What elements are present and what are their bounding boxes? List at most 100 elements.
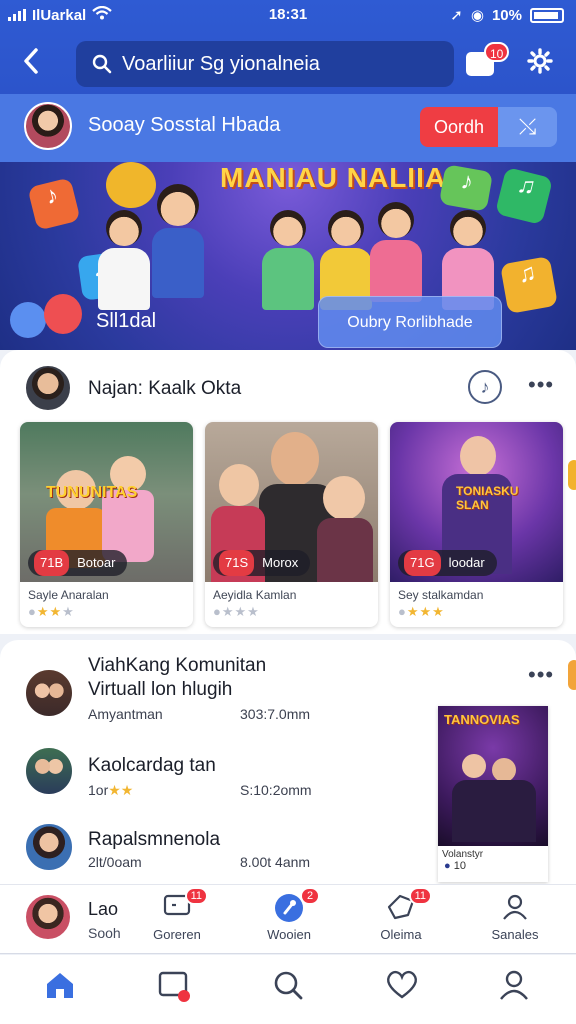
balloon-decoration [44, 294, 82, 334]
tab-favorites[interactable] [382, 969, 422, 1009]
list-item[interactable]: ViahKang Komunitan Virtuall lon hlugih A… [24, 654, 434, 722]
video-thumbnail: TONIASKU SLAN 71G loodar [390, 422, 563, 582]
avatar[interactable] [24, 893, 72, 941]
more-options-button[interactable]: ••• [528, 372, 554, 398]
music-note-icon: ♪ [27, 177, 81, 231]
balloon-decoration [10, 302, 46, 338]
shortcut-item[interactable]: 11 Goreren [132, 887, 222, 942]
tab-search[interactable] [268, 969, 308, 1009]
child-figure [150, 184, 206, 298]
search-text: Voarliiur Sg yionalneia [122, 52, 320, 75]
tab-messages[interactable] [154, 969, 194, 1009]
messages-icon [158, 971, 190, 1002]
scroll-peek [568, 660, 576, 690]
shortcut-label: Wooien [267, 927, 311, 942]
profile-name: Sooay Sosstal Hbada [88, 114, 281, 136]
list-item-title: ViahKang Komunitan [88, 655, 267, 676]
gear-icon [527, 48, 553, 74]
profile-bar: Sooay Sosstal Hbada Oordh ⤯ [0, 94, 576, 162]
music-note-icon: ♫ [500, 256, 558, 314]
thumbnail-text: TUNUNITAS [46, 484, 138, 501]
balloon-decoration [106, 162, 156, 208]
back-button[interactable] [20, 46, 50, 80]
tab-profile[interactable] [494, 969, 534, 1009]
list-item-time: S:10:2omm [240, 782, 312, 798]
music-button[interactable]: ♪ [468, 370, 502, 404]
avatar[interactable] [24, 102, 72, 150]
list-item-subtitle-line: Virtuall lon hlugih [88, 679, 233, 700]
shortcut-item[interactable]: Sanales [470, 893, 560, 942]
messages-button[interactable]: 10 [466, 42, 510, 78]
shortcut-item[interactable]: 2 Wooien [244, 887, 334, 942]
child-figure [260, 210, 316, 310]
poster-caption: Volanstyr [442, 849, 484, 860]
poster-meta: ● 10 [438, 860, 548, 872]
shortcut-user-sub: Sooh [88, 925, 121, 941]
shortcut-label: Sanales [491, 927, 539, 942]
shortcut-bar: Lao Sooh 11 Goreren 2 Wooien 11 Oleima S… [0, 884, 576, 954]
video-badge-number: 71S [219, 550, 255, 576]
shortcut-label: Oleima [380, 927, 422, 942]
thumbnail-text: TONIASKU SLAN [456, 484, 519, 512]
location-icon: ➚ [450, 7, 463, 24]
person-icon [500, 893, 530, 923]
heart-icon [387, 970, 417, 999]
video-badge: 71G loodar [398, 550, 497, 576]
more-options-button[interactable]: ••• [528, 662, 554, 688]
list-item-meta-text: 1or [88, 782, 109, 798]
video-badge-number: 71B [34, 550, 70, 576]
profile-actions: Oordh ⤯ [420, 107, 557, 147]
feed-card: Najan: Kaalk Okta ♪ ••• TUNUNITAS 71B Bot… [0, 350, 576, 634]
music-note-icon: ♪ [438, 164, 494, 212]
profile-icon [500, 970, 528, 1000]
child-figure [440, 210, 496, 310]
share-button[interactable]: ⤯ [498, 107, 557, 147]
avatar [24, 746, 74, 796]
list-item-meta: 1or★★ [88, 782, 133, 799]
list-item-title: Rapalsmnenola [88, 829, 221, 850]
music-note-icon: ♫ [494, 166, 554, 226]
event-poster[interactable]: TANNOVIAS Volanstyr ● 10 [438, 706, 548, 882]
scroll-peek [568, 460, 576, 490]
banner-label: Sll1dal [96, 310, 157, 332]
poster-value: 10 [453, 860, 466, 872]
list-item[interactable]: Kaolcardag tan 1or★★ S:10:2omm [24, 746, 434, 808]
video-tile[interactable]: TONIASKU SLAN 71G loodar Sey stalkamdan ●… [390, 422, 563, 627]
status-bar: IlUarkal 18:31 ➚ ◉ 10% [0, 0, 576, 30]
video-thumbnail: 71S Morox [205, 422, 378, 582]
alarm-icon: ◉ [470, 7, 484, 24]
mic-icon: 2 [274, 887, 320, 923]
video-badge: 71B Botoar [28, 550, 128, 576]
video-badge-number: 71G [404, 550, 441, 576]
rating-stars: ●★★★ [398, 604, 445, 619]
avatar [24, 822, 74, 872]
list-item[interactable]: Rapalsmnenola 2lt/0oam 8.00t 4anm [24, 822, 434, 884]
share-icon: ⤯ [518, 114, 537, 139]
search-icon [274, 971, 303, 1000]
video-tile[interactable]: 71S Morox Aeyidla Kamlan ●★★★ [205, 422, 378, 627]
rating-stars: ●★★★ [213, 604, 260, 619]
avatar [24, 668, 74, 718]
child-figure [368, 202, 424, 302]
hero-banner[interactable]: MANIAU NALIIAN ♪ ♫ ♪ ♫ ♫ Sll1dal Oubry R… [0, 162, 576, 350]
search-input[interactable]: Voarliiur Sg yionalneia [76, 41, 454, 87]
chat-icon: 11 [162, 887, 208, 923]
music-note-icon: ♪ [480, 377, 490, 397]
banner-cta-button[interactable]: Oubry Rorlibhade [318, 296, 502, 348]
settings-button[interactable] [524, 48, 556, 80]
primary-action-button[interactable]: Oordh [420, 107, 498, 147]
top-header: IlUarkal 18:31 ➚ ◉ 10% Voarliiur Sg yion… [0, 0, 576, 162]
video-caption: Sey stalkamdan [398, 588, 484, 602]
messages-badge: 10 [484, 42, 510, 62]
tag-icon: 11 [386, 887, 432, 923]
shortcut-item[interactable]: 11 Oleima [356, 887, 446, 942]
list-item-meta: Amyantman [88, 706, 163, 722]
shortcut-badge: 11 [408, 887, 432, 905]
poster-title: TANNOVIAS [444, 712, 520, 727]
tab-home[interactable] [40, 969, 80, 1009]
avatar[interactable] [24, 364, 72, 412]
video-tile[interactable]: TUNUNITAS 71B Botoar Sayle Anaralan ●★★★ [20, 422, 193, 627]
child-figure [96, 210, 152, 310]
rating-stars: ●★★★ [28, 604, 75, 619]
dot-icon: ● [444, 860, 451, 872]
